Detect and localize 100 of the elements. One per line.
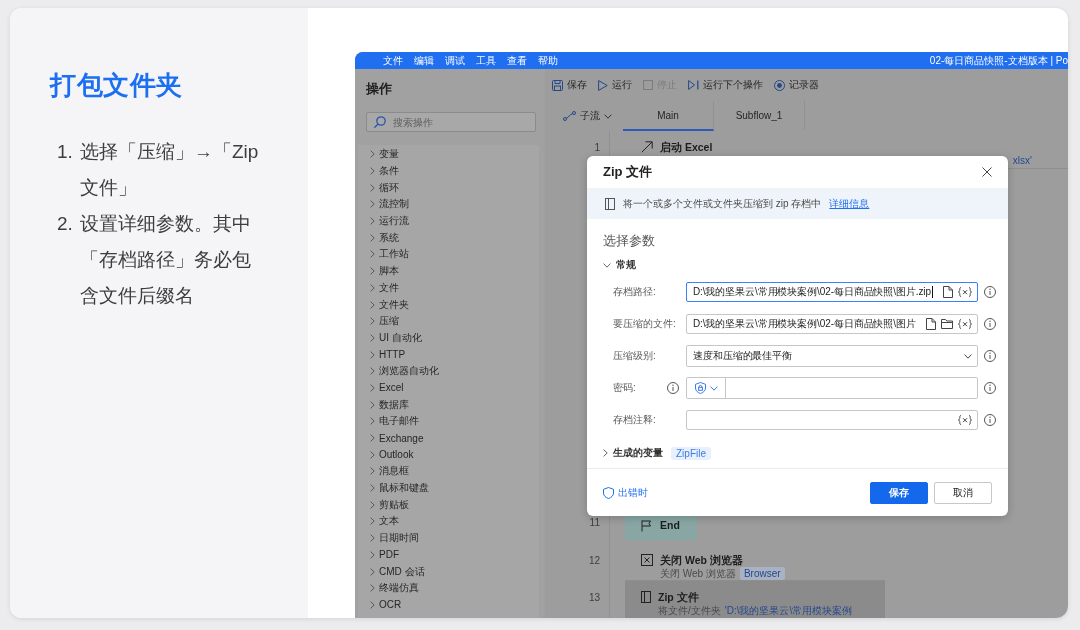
category-item[interactable]: 循环 [358,179,539,197]
folder-icon[interactable] [941,319,953,329]
stop-icon [643,80,653,90]
chevron-down-icon [604,113,612,119]
password-field[interactable] [686,377,978,399]
field-label: 存档注释: [613,413,656,427]
variable-chip: ZipFile [671,446,711,460]
info-icon [984,414,996,426]
toolbar-button[interactable]: 保存 [552,78,587,92]
category-item[interactable]: HTTP [358,346,539,363]
toolbar-button[interactable]: 记录器 [774,78,819,92]
banner-text: 将一个或多个文件或文件夹压缩到 zip 存档中 [623,196,822,211]
parameter-value: 'D:\我的坚果云\常用模块案例 [724,604,853,617]
step-text: 设置详细参数。其中「存档路径」务必包含文件后缀名 [80,212,252,308]
category-item[interactable]: 电子邮件 [358,413,539,430]
category-item[interactable]: 浏览器自动化 [358,362,539,380]
line-number: 12 [587,553,600,567]
category-item[interactable]: UI 自动化 [358,329,539,347]
category-item[interactable]: PDF [358,546,539,564]
search-icon [374,116,386,128]
shield-lock-icon [694,382,706,394]
guide-title: 打包文件夹 [50,70,184,100]
variable-chip: Browser [739,566,785,580]
parameter-value: xlsx' [1012,154,1032,167]
line-number: 11 [588,516,600,529]
diagonal-arrow-icon [641,141,653,153]
menu-item[interactable]: 编辑 [414,54,434,67]
category-item[interactable]: 系统 [358,229,539,247]
category-item[interactable]: 终端仿真 [358,579,539,597]
menu-item[interactable]: 调试 [445,54,465,67]
category-item[interactable]: 流控制 [358,196,539,213]
category-item[interactable]: OCR [358,596,539,614]
on-error-link[interactable]: 出错时 [603,485,648,500]
chevron-down-icon [964,353,972,359]
shield-icon [603,486,614,499]
category-item[interactable]: 条件 [358,162,539,180]
category-item[interactable]: 工作站 [358,246,539,263]
category-item[interactable]: 脚本 [358,262,539,280]
line-number: 13 [587,591,600,604]
curly-braces-icon[interactable] [958,287,972,297]
menu-item[interactable]: 文件 [383,54,403,67]
category-item[interactable]: 文本 [358,513,539,530]
close-icon [982,167,992,177]
close-button[interactable] [980,165,994,179]
file-icon[interactable] [926,318,936,330]
file-icon[interactable] [943,286,953,298]
curly-braces-icon[interactable] [958,319,972,329]
line-number: 1 [593,141,600,154]
step-number: 1. [57,140,74,164]
pane-title: 操作 [366,81,393,97]
subflow-icon [563,111,576,121]
play-icon [598,79,608,91]
category-item[interactable]: Outlook [358,446,539,464]
category-item[interactable]: 剪贴板 [358,496,539,514]
dropdown-field[interactable]: 速度和压缩的最佳平衡 [686,345,978,367]
category-item[interactable]: 数据库 [358,396,539,413]
menu-item[interactable]: 工具 [476,54,496,67]
record-icon [774,79,785,91]
window-title: 02-每日商品快照-文档版本 | Po [929,54,1068,67]
action-title: End [660,519,680,532]
action-row[interactable]: Zip 文件 将文件/文件夹 'D:\我的坚果云\常用模块案例 [625,581,885,618]
flag-icon [641,519,652,532]
close-box-icon [641,553,653,566]
step-number: 2. [57,212,74,236]
category-item[interactable]: 文件 [358,279,539,297]
input-field[interactable] [686,410,978,430]
subflows-dropdown[interactable]: 子流 [557,101,621,131]
field-label: 要压缩的文件: [613,317,676,331]
archive-icon [641,591,651,603]
menu-item[interactable]: 帮助 [538,54,558,67]
info-icon [984,382,996,394]
search-field[interactable]: 搜索操作 [366,112,536,132]
toolbar-button[interactable]: 运行 [598,78,632,92]
chevron-down-icon [709,385,718,391]
outputs-toggle[interactable]: 生成的变量 [603,446,663,460]
category-item[interactable]: 运行流 [358,212,539,230]
field-label: 存档路径: [613,285,656,299]
action-title: Zip 文件 [658,591,700,604]
category-item[interactable]: 变量 [358,146,539,163]
info-icon [984,350,996,362]
menu-item[interactable]: 查看 [507,54,527,67]
category-item[interactable]: Excel [358,379,539,397]
step-forward-icon [688,80,699,90]
dialog-button[interactable]: 取消 [934,481,992,504]
group-toggle[interactable]: 常规 [603,258,996,272]
section-heading: 选择参数 [603,233,656,249]
category-item[interactable]: 文件夹 [358,296,539,313]
category-item[interactable]: 消息框 [358,463,539,480]
details-link[interactable]: 详细信息 [829,196,870,211]
category-item[interactable]: 日期时间 [358,529,539,547]
category-item[interactable]: Exchange [358,429,539,447]
input-field[interactable]: D:\我的坚果云\常用模块案例\02-每日商品快照\图片.zip [686,282,978,302]
toolbar-button[interactable]: 运行下个操作 [688,78,763,92]
category-item[interactable]: CMD 会话 [358,563,539,580]
category-item[interactable]: 压缩 [358,312,539,330]
category-item[interactable]: 鼠标和键盘 [358,479,539,497]
input-field[interactable]: D:\我的坚果云\常用模块案例\02-每日商品快照\图片 [686,314,978,334]
curly-braces-icon[interactable] [958,415,972,425]
action-title: 关闭 Web 浏览器 [660,553,744,567]
dialog-button[interactable]: 保存 [870,481,928,504]
